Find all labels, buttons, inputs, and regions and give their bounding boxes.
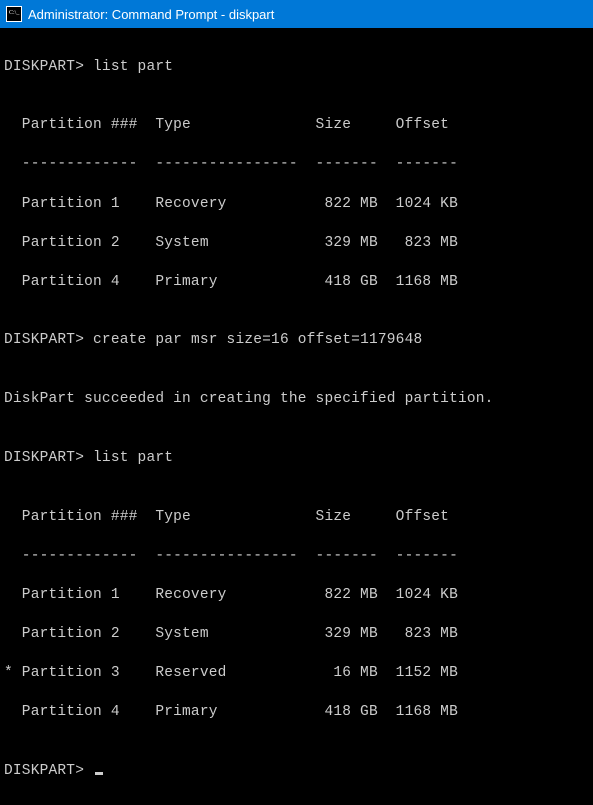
prompt-line: DISKPART> list part [4, 449, 589, 469]
table-row: Partition 4 Primary 418 GB 1168 MB [4, 703, 589, 723]
table-divider: ------------- ---------------- ------- -… [4, 155, 589, 175]
table-row: Partition 1 Recovery 822 MB 1024 KB [4, 586, 589, 606]
status-message: DiskPart succeeded in creating the speci… [4, 390, 589, 410]
svg-text:C:\_: C:\_ [9, 10, 20, 16]
table-row: Partition 2 System 329 MB 823 MB [4, 625, 589, 645]
command-text: create par msr size=16 offset=1179648 [93, 332, 422, 348]
cursor [95, 772, 103, 775]
title-bar[interactable]: C:\_ Administrator: Command Prompt - dis… [0, 0, 593, 28]
command-text: list part [93, 59, 173, 75]
terminal-output[interactable]: DISKPART> list part Partition ### Type S… [0, 28, 593, 805]
table-row: Partition 2 System 329 MB 823 MB [4, 234, 589, 254]
command-text: list part [93, 450, 173, 466]
table-divider: ------------- ---------------- ------- -… [4, 547, 589, 567]
prompt-line: DISKPART> create par msr size=16 offset=… [4, 331, 589, 351]
window-title: Administrator: Command Prompt - diskpart [28, 7, 274, 22]
table-header: Partition ### Type Size Offset [4, 508, 589, 528]
table-header: Partition ### Type Size Offset [4, 116, 589, 136]
table-row: * Partition 3 Reserved 16 MB 1152 MB [4, 664, 589, 684]
table-row: Partition 1 Recovery 822 MB 1024 KB [4, 195, 589, 215]
prompt-line: DISKPART> [4, 762, 589, 782]
table-row: Partition 4 Primary 418 GB 1168 MB [4, 273, 589, 293]
prompt-line: DISKPART> list part [4, 58, 589, 78]
cmd-icon: C:\_ [6, 6, 22, 22]
